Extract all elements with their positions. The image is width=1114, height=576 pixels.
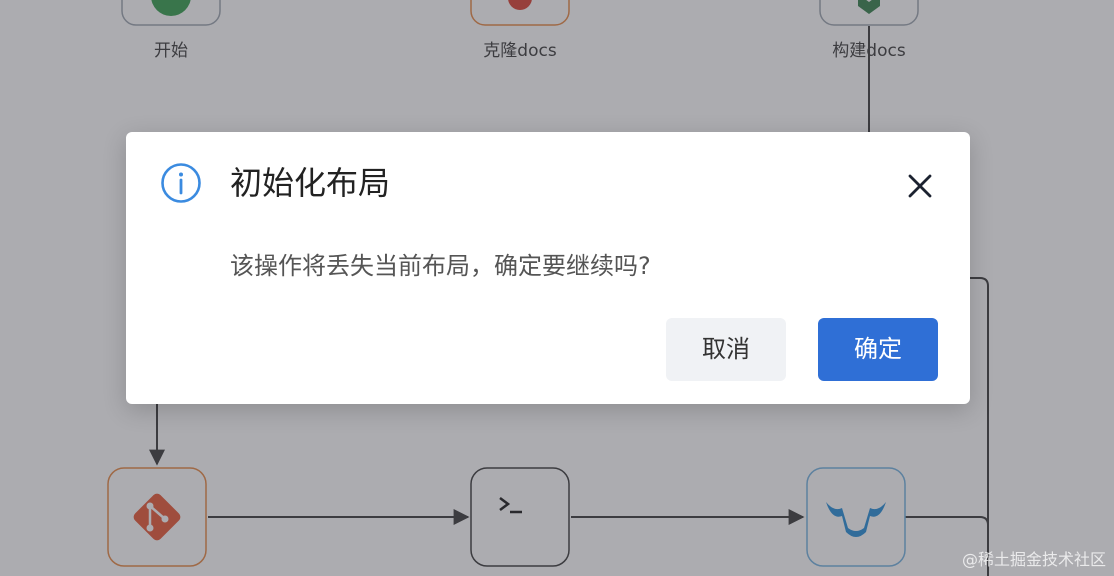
- close-button[interactable]: [902, 168, 938, 204]
- info-icon: [161, 163, 201, 203]
- dialog-title: 初始化布局: [230, 164, 391, 202]
- confirm-dialog: 初始化布局 该操作将丢失当前布局，确定要继续吗? 取消 确定: [126, 132, 970, 404]
- close-icon: [908, 174, 932, 198]
- watermark: @稀土掘金技术社区: [961, 550, 1106, 569]
- cancel-button[interactable]: 取消: [666, 318, 786, 381]
- confirm-button[interactable]: 确定: [818, 318, 938, 381]
- dialog-message: 该操作将丢失当前布局，确定要继续吗?: [230, 252, 651, 280]
